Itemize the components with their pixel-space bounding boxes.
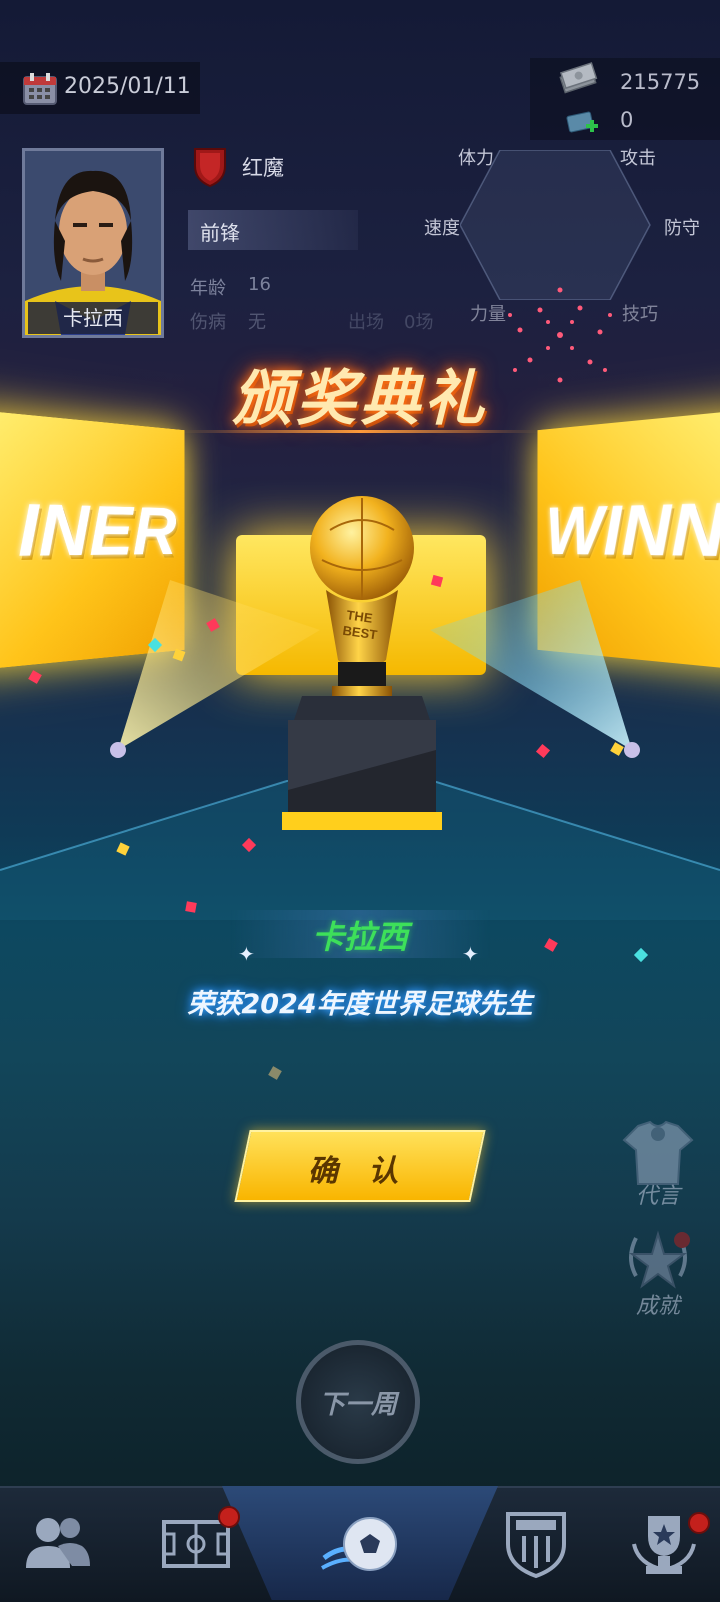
confetti bbox=[268, 1066, 282, 1080]
gem-amount: 0 bbox=[620, 108, 634, 132]
trophy-on-pedestal: THE BEST bbox=[282, 496, 442, 830]
radar-label-defense: 防守 bbox=[664, 218, 700, 239]
appearances-label: 出场 bbox=[348, 312, 384, 333]
endorsement-label[interactable]: 代言 bbox=[620, 1178, 696, 1210]
radar-label-speed: 速度 bbox=[424, 218, 460, 239]
spotlight-beam-right bbox=[430, 580, 640, 758]
team-shield-icon bbox=[194, 148, 226, 188]
age-label: 年龄 bbox=[190, 278, 226, 299]
age-value: 16 bbox=[248, 274, 271, 295]
player-position: 前锋 bbox=[200, 221, 240, 245]
calendar-icon bbox=[23, 73, 57, 105]
football-icon[interactable] bbox=[320, 1506, 400, 1580]
achievement-label[interactable]: 成就 bbox=[620, 1288, 696, 1320]
trophy-notification-dot bbox=[688, 1512, 710, 1534]
confetti bbox=[28, 670, 42, 684]
appearances-value: 0场 bbox=[404, 312, 434, 333]
game-date: 2025/01/11 bbox=[64, 74, 191, 99]
injury-label: 伤病 bbox=[190, 312, 226, 333]
cash-stack-icon bbox=[559, 62, 598, 94]
award-description: 荣获2024年度世界足球先生 bbox=[187, 989, 533, 1020]
diamond-card-add-icon[interactable] bbox=[566, 108, 600, 138]
winner-name: 卡拉西 bbox=[311, 918, 408, 956]
club-badge-icon[interactable] bbox=[496, 1506, 576, 1580]
radar-label-stamina: 体力 bbox=[458, 148, 494, 169]
next-week-label[interactable]: 下一周 bbox=[296, 1384, 420, 1421]
players-icon[interactable] bbox=[18, 1506, 98, 1580]
pitch-notification-dot bbox=[218, 1506, 240, 1528]
player-name-plate: 卡拉西 bbox=[28, 302, 158, 334]
title-underline bbox=[180, 430, 540, 433]
radar-label-attack: 攻击 bbox=[620, 148, 656, 169]
cash-amount: 215775 bbox=[620, 70, 701, 94]
team-name: 红魔 bbox=[242, 156, 284, 180]
injury-value: 无 bbox=[248, 312, 266, 333]
confirm-button-label[interactable]: 确 认 bbox=[242, 1146, 474, 1190]
